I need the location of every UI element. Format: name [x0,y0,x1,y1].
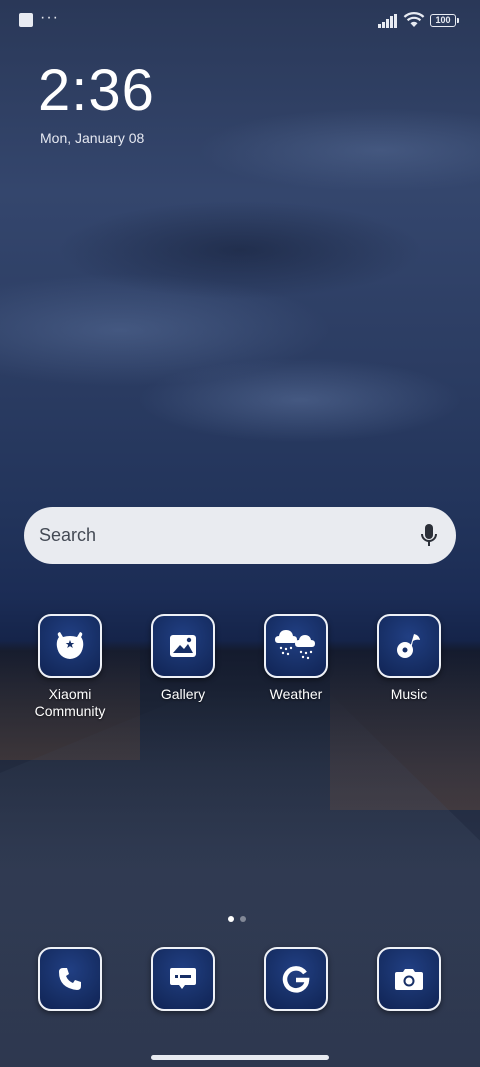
home-indicator[interactable] [151,1055,329,1060]
phone-icon[interactable] [38,947,102,1011]
app-label: Gallery [160,686,206,702]
notification-square-icon [19,13,33,27]
status-bar: ··· 100 [0,0,480,40]
page-dot [240,916,246,922]
messages-icon[interactable] [151,947,215,1011]
weather-icon[interactable] [264,614,328,678]
app-label: Music [390,686,428,702]
gallery-icon[interactable] [151,614,215,678]
music-icon[interactable] [377,614,441,678]
app-xiaomi-community[interactable]: Xiaomi Community [15,614,125,720]
dock-camera[interactable] [354,947,464,1011]
xiaomi-community-icon[interactable] [38,614,102,678]
dock-messages[interactable] [128,947,238,1011]
search-input[interactable]: Search [39,525,96,546]
clock-date[interactable]: Mon, January 08 [40,130,144,146]
search-bar[interactable]: Search [24,507,456,564]
mic-icon[interactable] [420,523,438,549]
clock-time[interactable]: 2:36 [38,58,155,124]
dock-phone[interactable] [15,947,125,1011]
camera-icon[interactable] [377,947,441,1011]
app-weather[interactable]: Weather [241,614,351,703]
page-indicator [228,909,252,927]
page-dot-active [228,916,234,922]
app-label: Xiaomi Community [34,686,106,719]
battery-icon: 100 [430,14,459,27]
more-dots-icon: ··· [40,9,59,26]
google-icon[interactable] [264,947,328,1011]
wifi-icon [403,12,425,27]
cell-signal-icon [378,14,397,28]
dock-google[interactable] [241,947,351,1011]
app-label: Weather [269,686,323,702]
app-gallery[interactable]: Gallery [128,614,238,703]
app-music[interactable]: Music [354,614,464,703]
